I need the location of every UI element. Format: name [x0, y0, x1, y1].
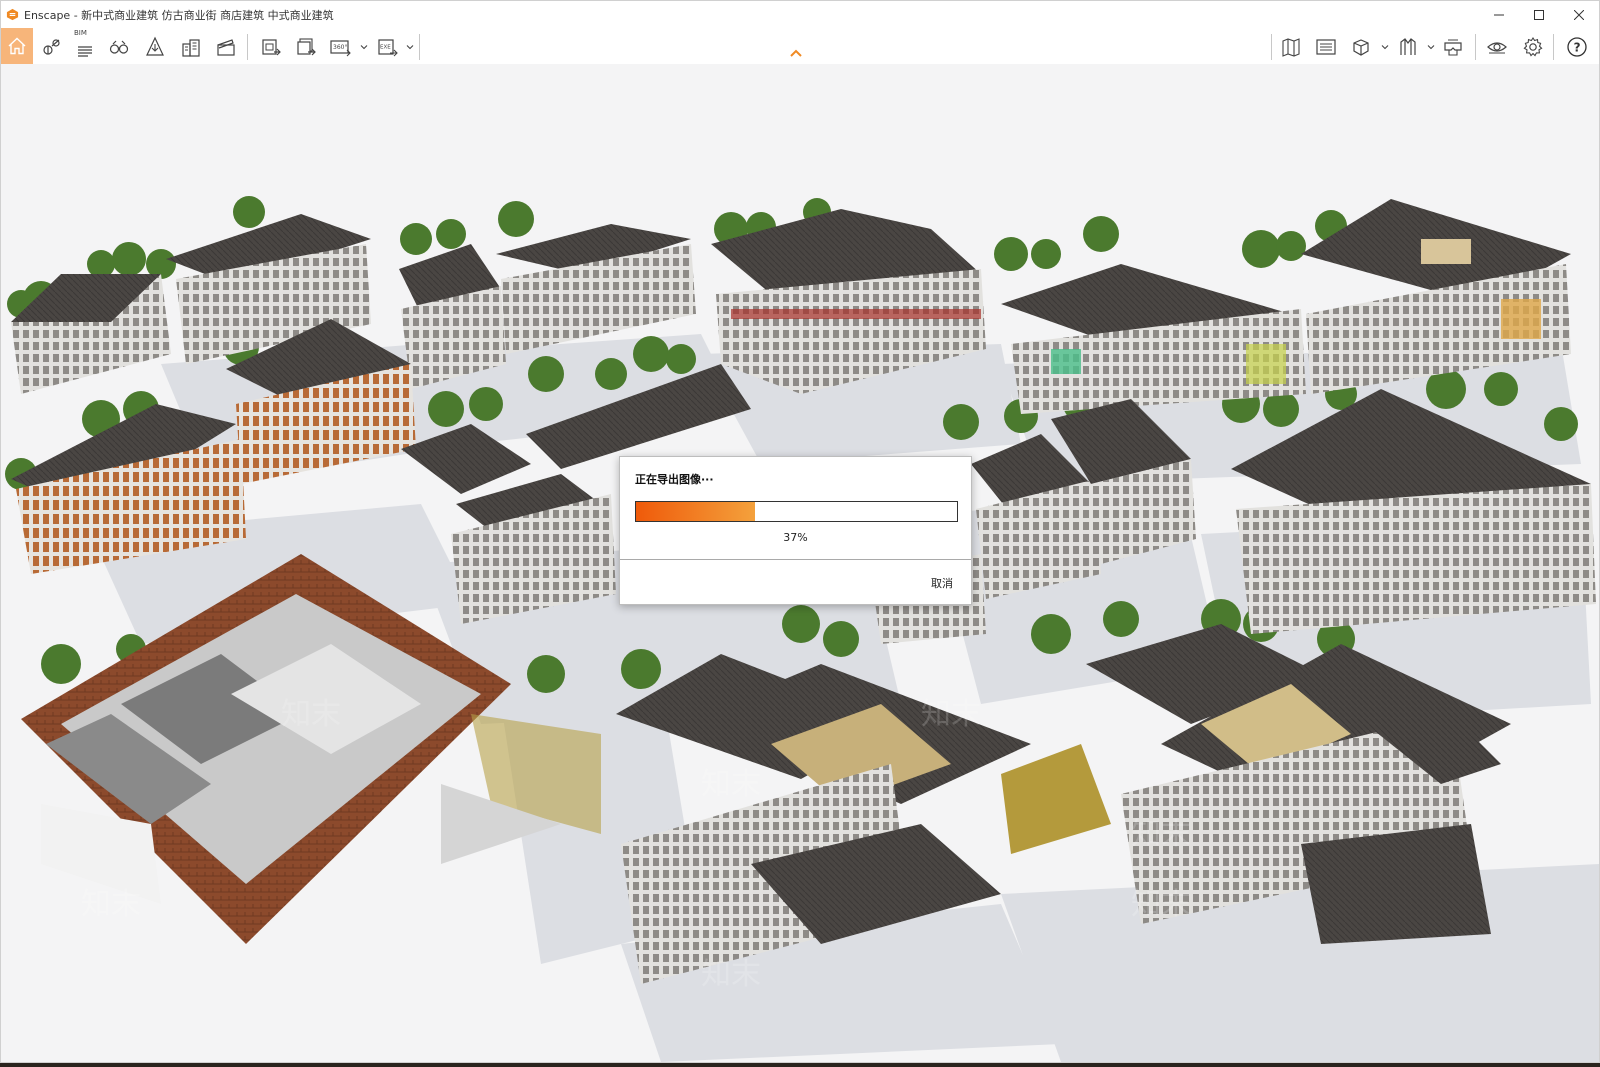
- minimize-button[interactable]: [1479, 1, 1519, 28]
- close-icon: [1574, 9, 1584, 20]
- desktop-background-strip: [0, 1063, 1600, 1067]
- collaborative-annotation-button[interactable]: [1392, 31, 1424, 63]
- bim-button[interactable]: BIM: [69, 29, 101, 63]
- collapse-toolbar-chevron-icon[interactable]: [788, 48, 804, 58]
- video-editor-icon: [217, 39, 235, 56]
- watermark-text: 知末: [1131, 887, 1191, 922]
- toolbar-separator: [419, 34, 420, 60]
- annotation-dropdown-chevron-icon[interactable]: [1427, 43, 1435, 51]
- capture-button[interactable]: [1310, 31, 1342, 63]
- window-controls: [1479, 1, 1599, 28]
- cube-dropdown-chevron-icon[interactable]: [1381, 43, 1389, 51]
- minimize-icon: [1494, 14, 1504, 15]
- asset-library-icon: [146, 36, 164, 56]
- screenshot-button[interactable]: [255, 31, 287, 63]
- buildings-icon: [182, 39, 200, 57]
- dialog-title: 正在导出图像···: [635, 473, 714, 486]
- help-label: ?: [1574, 41, 1581, 55]
- binoculars-button[interactable]: [103, 31, 135, 63]
- toolbar-separator: [247, 34, 248, 60]
- maximize-icon: [1534, 9, 1544, 20]
- map-icon: [1282, 38, 1300, 57]
- batch-render-button[interactable]: [290, 31, 322, 63]
- close-button[interactable]: [1559, 1, 1599, 28]
- vr-headset-icon: [1444, 39, 1462, 56]
- progress-fill: [636, 502, 755, 521]
- panorama-360-icon: 360°: [330, 40, 351, 57]
- watermark-text: 知末: [1131, 817, 1191, 852]
- buildings-button[interactable]: [175, 31, 207, 63]
- watermark-text: 知末: [701, 767, 761, 802]
- dialog-divider: [620, 559, 971, 560]
- panorama-dropdown-chevron-icon[interactable]: [360, 43, 368, 51]
- help-button[interactable]: ?: [1561, 31, 1593, 63]
- visibility-button[interactable]: [1481, 31, 1513, 63]
- watermark-text: 知末: [281, 697, 341, 732]
- main-toolbar: BIM 360° EXE ?: [1, 28, 1599, 64]
- progress-percent: 37%: [783, 531, 808, 544]
- map-button[interactable]: [1275, 31, 1307, 63]
- cancel-button[interactable]: 取消: [931, 575, 953, 591]
- export-exe-button[interactable]: EXE: [371, 31, 403, 63]
- home-button[interactable]: [1, 28, 33, 64]
- visibility-eye-icon: [1487, 42, 1507, 54]
- home-icon: [8, 37, 26, 55]
- capture-icon: [1316, 39, 1336, 55]
- watermark-text: 知末: [921, 697, 981, 732]
- asset-library-button[interactable]: [139, 31, 171, 63]
- settings-gear-icon: [1523, 36, 1543, 57]
- cube-icon: [1353, 39, 1369, 56]
- views-button[interactable]: [35, 31, 67, 63]
- enscape-window: Enscape - 新中式商业建筑 仿古商业街 商店建筑 中式商业建筑 BIM: [0, 0, 1600, 1063]
- export-progress-bar: [635, 501, 958, 522]
- collaborative-annotation-icon: [1400, 38, 1416, 55]
- watermark-text: 知末: [701, 957, 761, 992]
- help-icon: ?: [1567, 37, 1587, 57]
- panorama-360-button[interactable]: 360°: [324, 31, 356, 63]
- screenshot-icon: [262, 39, 281, 56]
- vr-headset-button[interactable]: [1437, 31, 1469, 63]
- toolbar-separator: [1475, 34, 1476, 60]
- settings-button[interactable]: [1517, 31, 1549, 63]
- bim-label: BIM: [74, 29, 87, 37]
- export-progress-dialog: 正在导出图像··· 37% 取消: [619, 456, 972, 605]
- watermark-text: 知末: [81, 887, 141, 922]
- batch-render-icon: [297, 38, 316, 56]
- video-editor-button[interactable]: [210, 31, 242, 63]
- enscape-logo-icon: [6, 8, 19, 21]
- panorama-360-label: 360°: [333, 44, 347, 51]
- binoculars-icon: [109, 40, 129, 54]
- bim-icon: [78, 46, 92, 57]
- window-title: Enscape - 新中式商业建筑 仿古商业街 商店建筑 中式商业建筑: [24, 8, 334, 22]
- toolbar-separator: [1271, 34, 1272, 60]
- export-exe-label: EXE: [380, 45, 391, 51]
- export-exe-icon: EXE: [378, 39, 398, 57]
- maximize-button[interactable]: [1519, 1, 1559, 28]
- views-icon: [43, 39, 60, 55]
- cube-button[interactable]: [1345, 31, 1377, 63]
- toolbar-separator: [1553, 34, 1554, 60]
- title-bar[interactable]: Enscape - 新中式商业建筑 仿古商业街 商店建筑 中式商业建筑: [1, 1, 1599, 28]
- export-dropdown-chevron-icon[interactable]: [406, 43, 414, 51]
